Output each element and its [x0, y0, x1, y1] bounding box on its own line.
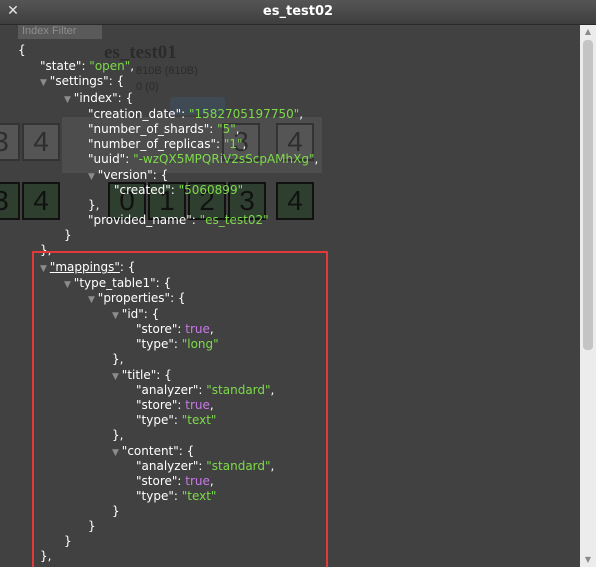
json-line: } [64, 534, 72, 548]
json-line-store: "store": true, [136, 322, 214, 336]
json-line-id[interactable]: ▼ "id": { [112, 307, 159, 322]
json-line-state: "state": "open", [40, 59, 135, 73]
collapse-triangle-icon[interactable]: ▼ [64, 95, 74, 105]
json-line: { [18, 43, 26, 57]
json-line-version[interactable]: ▼ "version": { [88, 168, 168, 183]
collapse-triangle-icon[interactable]: ▼ [88, 295, 98, 305]
json-line: } [88, 519, 96, 533]
collapse-triangle-icon[interactable]: ▼ [112, 448, 122, 458]
json-line-type: "type": "text" [136, 489, 217, 503]
shard-box: 3 [0, 182, 20, 220]
scroll-down-icon[interactable]: ▼ [580, 553, 596, 567]
collapse-triangle-icon[interactable]: ▼ [40, 78, 50, 88]
dialog-title: es_test02 [262, 4, 334, 19]
json-line-store: "store": true, [136, 474, 214, 488]
json-line: } [64, 228, 72, 242]
json-line: } [112, 504, 120, 518]
json-line-mappings[interactable]: ▼ "mappings": { [40, 260, 135, 275]
json-line-number-of-replicas: "number_of_replicas": "1", [88, 137, 247, 151]
json-line: }, [40, 549, 52, 563]
background-index-size: 810B (810B) [136, 65, 198, 77]
shard-box: 3 [0, 123, 20, 161]
json-line-type: "type": "text" [136, 413, 217, 427]
scrollbar-thumb[interactable] [583, 40, 593, 350]
json-line-settings[interactable]: ▼ "settings": { [40, 74, 124, 89]
json-line-type: "type": "long" [136, 337, 219, 351]
collapse-triangle-icon[interactable]: ▼ [40, 264, 50, 274]
json-line-provided-name: "provided_name": "es_test02" [88, 213, 269, 227]
vertical-scrollbar[interactable]: ▲ ▼ [580, 25, 596, 567]
shard-box: 4 [22, 123, 60, 161]
collapse-triangle-icon[interactable]: ▼ [64, 280, 74, 290]
collapse-triangle-icon[interactable]: ▼ [88, 172, 98, 182]
json-line-analyzer: "analyzer": "standard", [136, 383, 275, 397]
index-filter-input: Index Filter [18, 25, 102, 39]
dialog-titlebar: ✕ es_test02 [0, 0, 596, 25]
json-line-index[interactable]: ▼ "index": { [64, 91, 133, 106]
json-line-creation-date: "creation_date": "1582705197750", [88, 107, 304, 121]
shard-box: 4 [276, 182, 314, 220]
shard-box: 4 [22, 182, 60, 220]
json-line-analyzer: "analyzer": "standard", [136, 459, 275, 473]
json-line-content[interactable]: ▼ "content": { [112, 444, 194, 459]
json-line-created: "created": "5060899" [114, 183, 244, 197]
collapse-triangle-icon[interactable]: ▼ [112, 311, 122, 321]
json-line-store: "store": true, [136, 398, 214, 412]
json-line: }, [40, 243, 52, 257]
json-line-number-of-shards: "number_of_shards": "5", [88, 122, 240, 136]
json-line-title[interactable]: ▼ "title": { [112, 368, 172, 383]
dialog-content: Index Filter es_test01 810B (810B) 0 (0)… [0, 25, 580, 567]
json-line-uuid: "uuid": "-wzQX5MPQRiV2sScpAMhXg", [88, 152, 319, 166]
json-line-properties[interactable]: ▼ "properties": { [88, 291, 186, 306]
collapse-triangle-icon[interactable]: ▼ [112, 372, 122, 382]
json-line: }, [112, 352, 124, 366]
scroll-up-icon[interactable]: ▲ [580, 25, 596, 39]
json-line: }, [112, 428, 124, 442]
json-line-type-table1[interactable]: ▼ "type_table1": { [64, 276, 171, 291]
json-line: }, [88, 198, 100, 212]
background-doc-count: 0 (0) [136, 81, 159, 93]
